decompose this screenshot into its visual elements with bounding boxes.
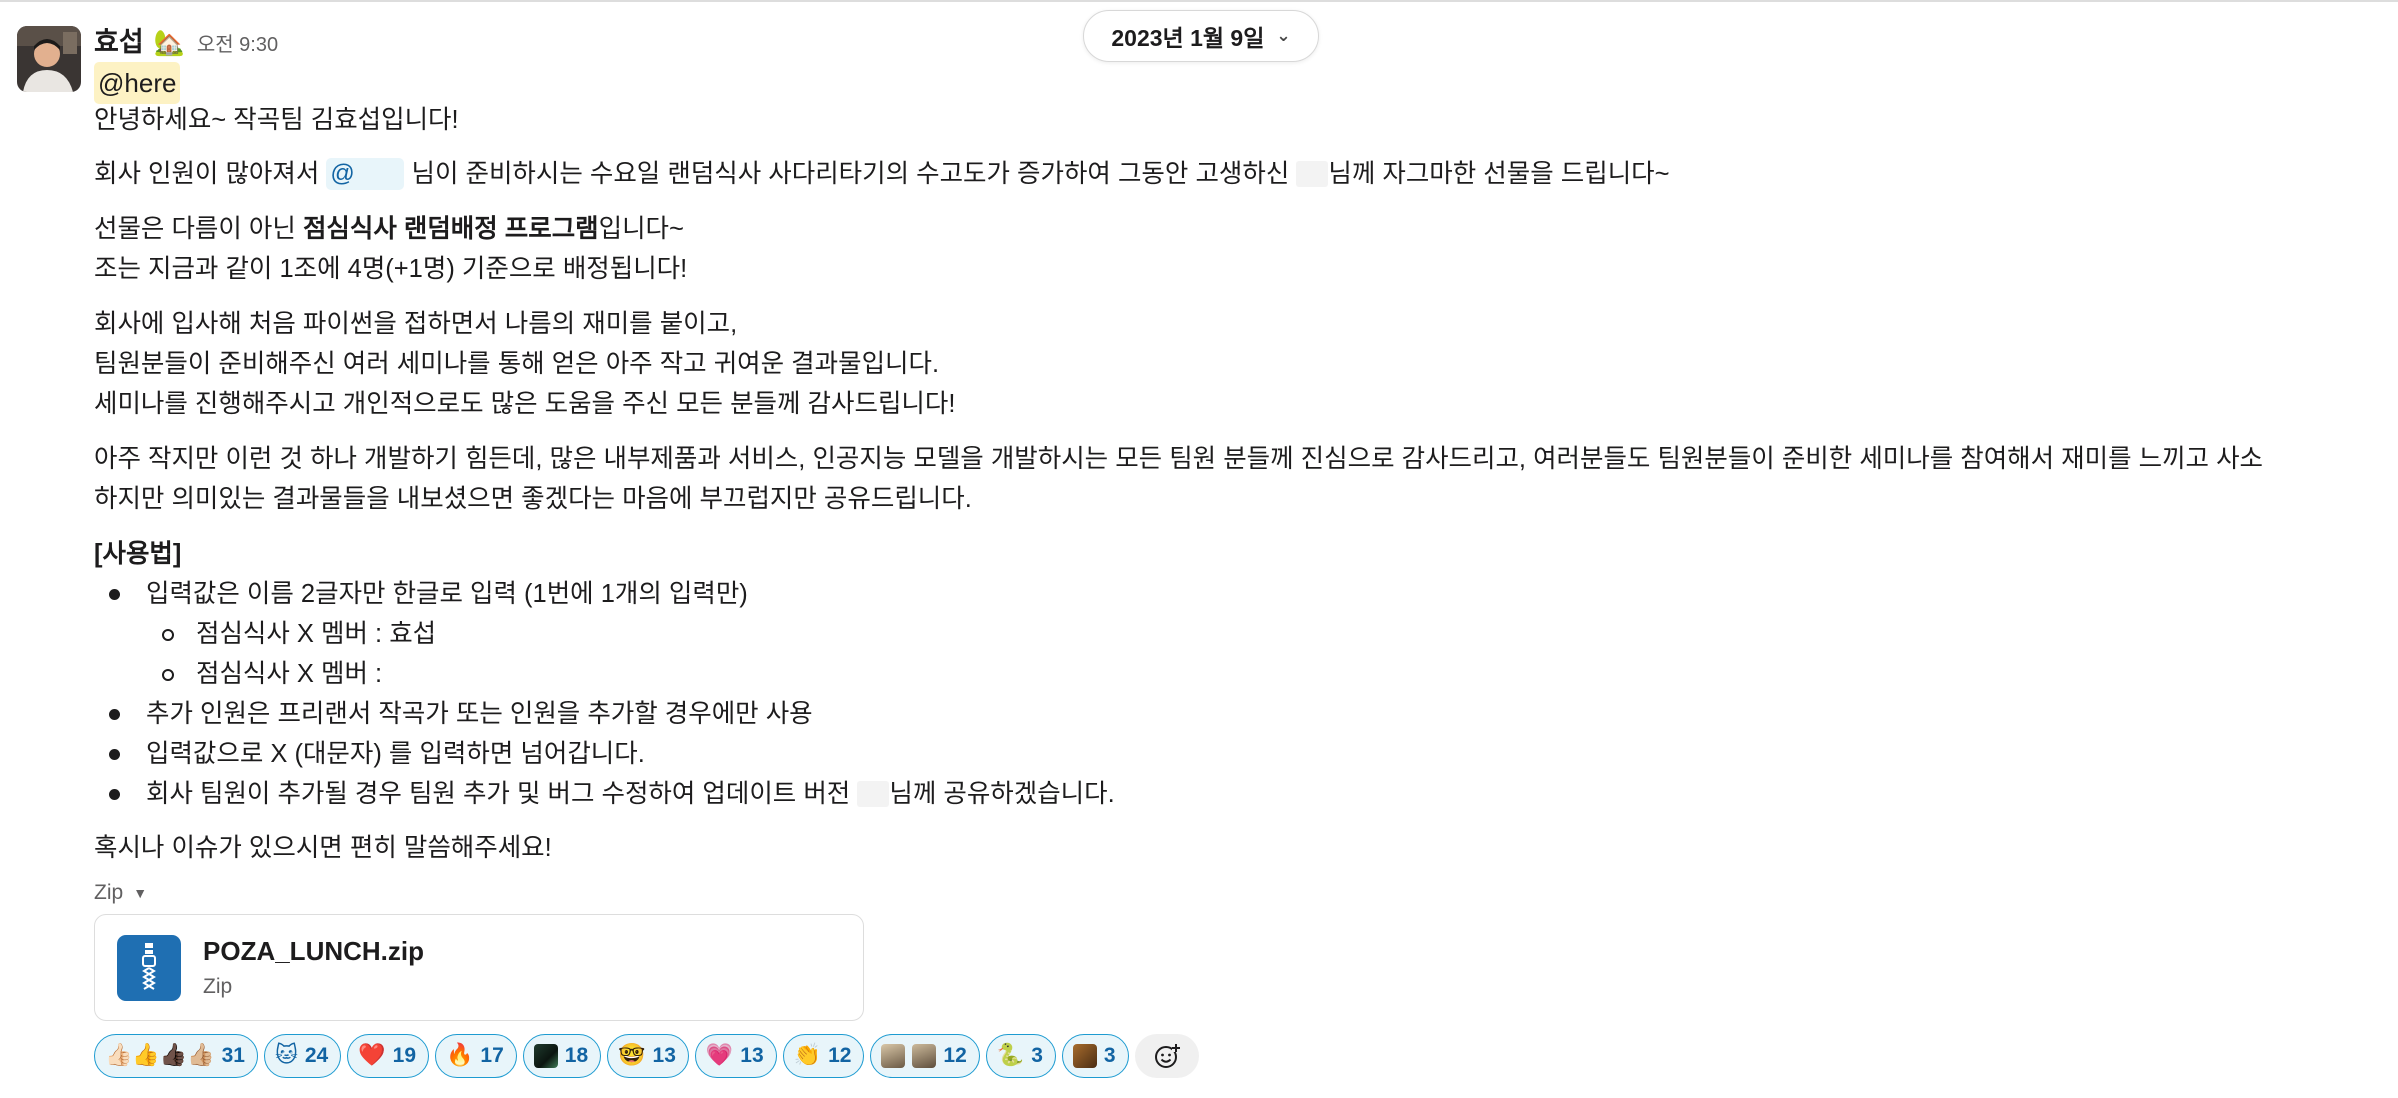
list-item: 추가 인원은 프리랜서 작곡가 또는 인원을 추가할 경우에만 사용 — [94, 694, 2384, 734]
program-name-bold: 점심식사 랜덤배정 프로그램 — [302, 215, 599, 243]
pink-heart-icon: 💗 — [705, 1043, 734, 1068]
paragraph-4-line-2: 하지만 의미있는 결과물들을 내보셨으면 좋겠다는 마음에 부끄럽지만 공유드립… — [94, 485, 972, 513]
redacted-name — [857, 781, 890, 807]
reaction-count: 24 — [304, 1044, 329, 1067]
usage-sublist: 점심식사 X 멤버 : 효섭 점심식사 X 멤버 : — [146, 614, 2384, 694]
list-item: 점심식사 X 멤버 : 효섭 — [146, 614, 2384, 654]
message-body: @here 안녕하세요~ 작곡팀 김효섭입니다! 회사 인원이 많아져서 @ 님… — [94, 62, 2384, 868]
paragraph-2: 선물은 다름이 아닌 점심식사 랜덤배정 프로그램입니다~ 조는 지금과 같이 … — [94, 209, 2384, 289]
list-item: 입력값은 이름 2글자만 한글로 입력 (1번에 1개의 입력만) 점심식사 X… — [94, 574, 2384, 694]
paragraph-1-start: 회사 인원이 많아져서 — [94, 160, 320, 188]
reaction-count: 13 — [740, 1044, 764, 1067]
python-icon: 🐍 — [996, 1043, 1025, 1068]
attachment-group-toggle[interactable]: Zip ▼ — [94, 876, 2384, 910]
reaction-fire[interactable]: 🔥 17 — [435, 1034, 517, 1078]
paragraph-4: 아주 작지만 이런 것 하나 개발하기 힘든데, 많은 내부제품과 서비스, 인… — [94, 439, 2384, 519]
reaction-count: 13 — [652, 1044, 676, 1067]
reaction-cat[interactable]: 🐱 24 — [263, 1034, 342, 1078]
reaction-thumbs-up[interactable]: 👍🏻👍👍🏿👍🏼 31 — [94, 1034, 258, 1078]
fire-icon: 🔥 — [446, 1043, 474, 1068]
message: 효섭 🏡 오전 9:30 @here 안녕하세요~ 작곡팀 김효섭입니다! 회사… — [94, 20, 2384, 1079]
custom-emoji-dog-icon — [912, 1044, 937, 1068]
reaction-count: 19 — [392, 1044, 416, 1067]
attachment-group-label: Zip — [94, 881, 124, 904]
file-type: Zip — [203, 975, 233, 998]
custom-emoji-brown-icon — [1072, 1044, 1097, 1068]
usage-list: 입력값은 이름 2글자만 한글로 입력 (1번에 1개의 입력만) 점심식사 X… — [94, 574, 2384, 814]
zip-file-icon — [117, 934, 181, 1001]
reaction-nerd[interactable]: 🤓 13 — [607, 1034, 689, 1078]
paragraph-4-line-1: 아주 작지만 이런 것 하나 개발하기 힘든데, 많은 내부제품과 서비스, 인… — [94, 445, 2264, 473]
timestamp[interactable]: 오전 9:30 — [197, 28, 278, 57]
avatar[interactable] — [17, 26, 81, 92]
paragraph-2-line-2: 조는 지금과 같이 1조에 4명(+1명) 기준으로 배정됩니다! — [94, 255, 688, 283]
paragraph-2-end: 입니다~ — [598, 215, 684, 243]
redacted-name — [1296, 161, 1329, 187]
add-reaction-button[interactable] — [1134, 1034, 1199, 1078]
reaction-heart[interactable]: ❤️ 19 — [347, 1034, 429, 1078]
sender-name[interactable]: 효섭 — [94, 20, 144, 59]
heart-icon: ❤️ — [358, 1043, 386, 1068]
usage-item-1: 입력값은 이름 2글자만 한글로 입력 (1번에 1개의 입력만) — [146, 580, 748, 608]
usage-section: [사용법] 입력값은 이름 2글자만 한글로 입력 (1번에 1개의 입력만) … — [94, 534, 2384, 814]
usage-item-4-start: 회사 팀원이 추가될 경우 팀원 추가 및 버그 수정하여 업데이트 버전 — [146, 780, 851, 808]
usage-item-3: 입력값으로 X (대문자) 를 입력하면 넘어갑니다. — [146, 740, 645, 768]
paragraph-2-start: 선물은 다름이 아닌 — [94, 215, 303, 243]
message-header: 효섭 🏡 오전 9:30 — [94, 20, 2384, 62]
paragraph-3-line-2: 팀원분들이 준비해주신 여러 세미나를 통해 얻은 아주 작고 귀여운 결과물입… — [94, 350, 940, 378]
reaction-pink-heart[interactable]: 💗 13 — [694, 1034, 777, 1078]
usage-item-2: 추가 인원은 프리랜서 작곡가 또는 인원을 추가할 경우에만 사용 — [146, 700, 813, 728]
reaction-count: 18 — [564, 1044, 589, 1067]
user-mention-label: @ — [330, 160, 355, 187]
reaction-count: 3 — [1031, 1044, 1043, 1067]
reaction-count: 31 — [221, 1044, 245, 1067]
reaction-count: 17 — [480, 1044, 504, 1067]
file-info: POZA_LUNCH.zip Zip — [203, 936, 424, 999]
reaction-custom-brown[interactable]: 3 — [1061, 1034, 1129, 1078]
nerd-face-icon: 🤓 — [618, 1043, 646, 1068]
cat-icon: 🐱 — [274, 1043, 298, 1068]
clap-icon: 👏 — [793, 1043, 822, 1068]
reaction-python[interactable]: 🐍 3 — [985, 1034, 1056, 1078]
paragraph-1-middle: 님이 준비하시는 수요일 랜덤식사 사다리타기의 수고도가 증가하여 그동안 고… — [411, 160, 1290, 188]
reaction-clap[interactable]: 👏 12 — [782, 1034, 865, 1078]
thumbs-up-icon: 👍🏻👍👍🏿👍🏼 — [105, 1043, 215, 1068]
reaction-count: 12 — [828, 1044, 852, 1067]
reactions-bar: 👍🏻👍👍🏿👍🏼 31 🐱 24 ❤️ 19 🔥 17 18 🤓 13 💗 13 — [94, 1033, 2384, 1079]
paragraph-3-line-1: 회사에 입사해 처음 파이썬을 접하면서 나름의 재미를 붙이고, — [94, 310, 738, 338]
paragraph-3-line-3: 세미나를 진행해주시고 개인적으로도 많은 도움을 주신 모든 분들께 감사드립… — [94, 390, 956, 418]
here-mention[interactable]: @here — [94, 62, 181, 104]
paragraph-1-end: 님께 자그마한 선물을 드립니다~ — [1328, 160, 1670, 188]
usage-item-4-end: 님께 공유하겠습니다. — [889, 780, 1115, 808]
usage-title: [사용법] — [94, 540, 182, 568]
reaction-custom-pair[interactable]: 12 — [870, 1034, 980, 1078]
greeting-text: 안녕하세요~ 작곡팀 김효섭입니다! — [94, 106, 459, 134]
caret-down-icon: ▼ — [133, 885, 148, 901]
user-mention[interactable]: @ — [326, 158, 405, 190]
status-emoji: 🏡 — [153, 29, 185, 57]
reaction-custom-dark[interactable]: 18 — [522, 1034, 602, 1078]
custom-emoji-dark-icon — [533, 1044, 558, 1068]
paragraph-1: 회사 인원이 많아져서 @ 님이 준비하시는 수요일 랜덤식사 사다리타기의 수… — [94, 154, 2384, 194]
reaction-count: 12 — [943, 1044, 967, 1067]
file-attachment-card[interactable]: POZA_LUNCH.zip Zip — [94, 914, 864, 1021]
paragraph-3: 회사에 입사해 처음 파이썬을 접하면서 나름의 재미를 붙이고, 팀원분들이 … — [94, 304, 2384, 424]
list-item: 회사 팀원이 추가될 경우 팀원 추가 및 버그 수정하여 업데이트 버전 님께… — [94, 774, 2384, 814]
reaction-count: 3 — [1103, 1044, 1116, 1067]
top-divider-line — [0, 0, 2398, 2]
custom-emoji-dog-icon — [881, 1044, 906, 1068]
file-name: POZA_LUNCH.zip — [203, 936, 424, 966]
list-item: 입력값으로 X (대문자) 를 입력하면 넘어갑니다. — [94, 734, 2384, 774]
add-emoji-icon — [1154, 1044, 1180, 1068]
closing-text: 혹시나 이슈가 있으시면 편히 말씀해주세요! — [94, 834, 552, 862]
list-item: 점심식사 X 멤버 : — [146, 654, 2384, 694]
